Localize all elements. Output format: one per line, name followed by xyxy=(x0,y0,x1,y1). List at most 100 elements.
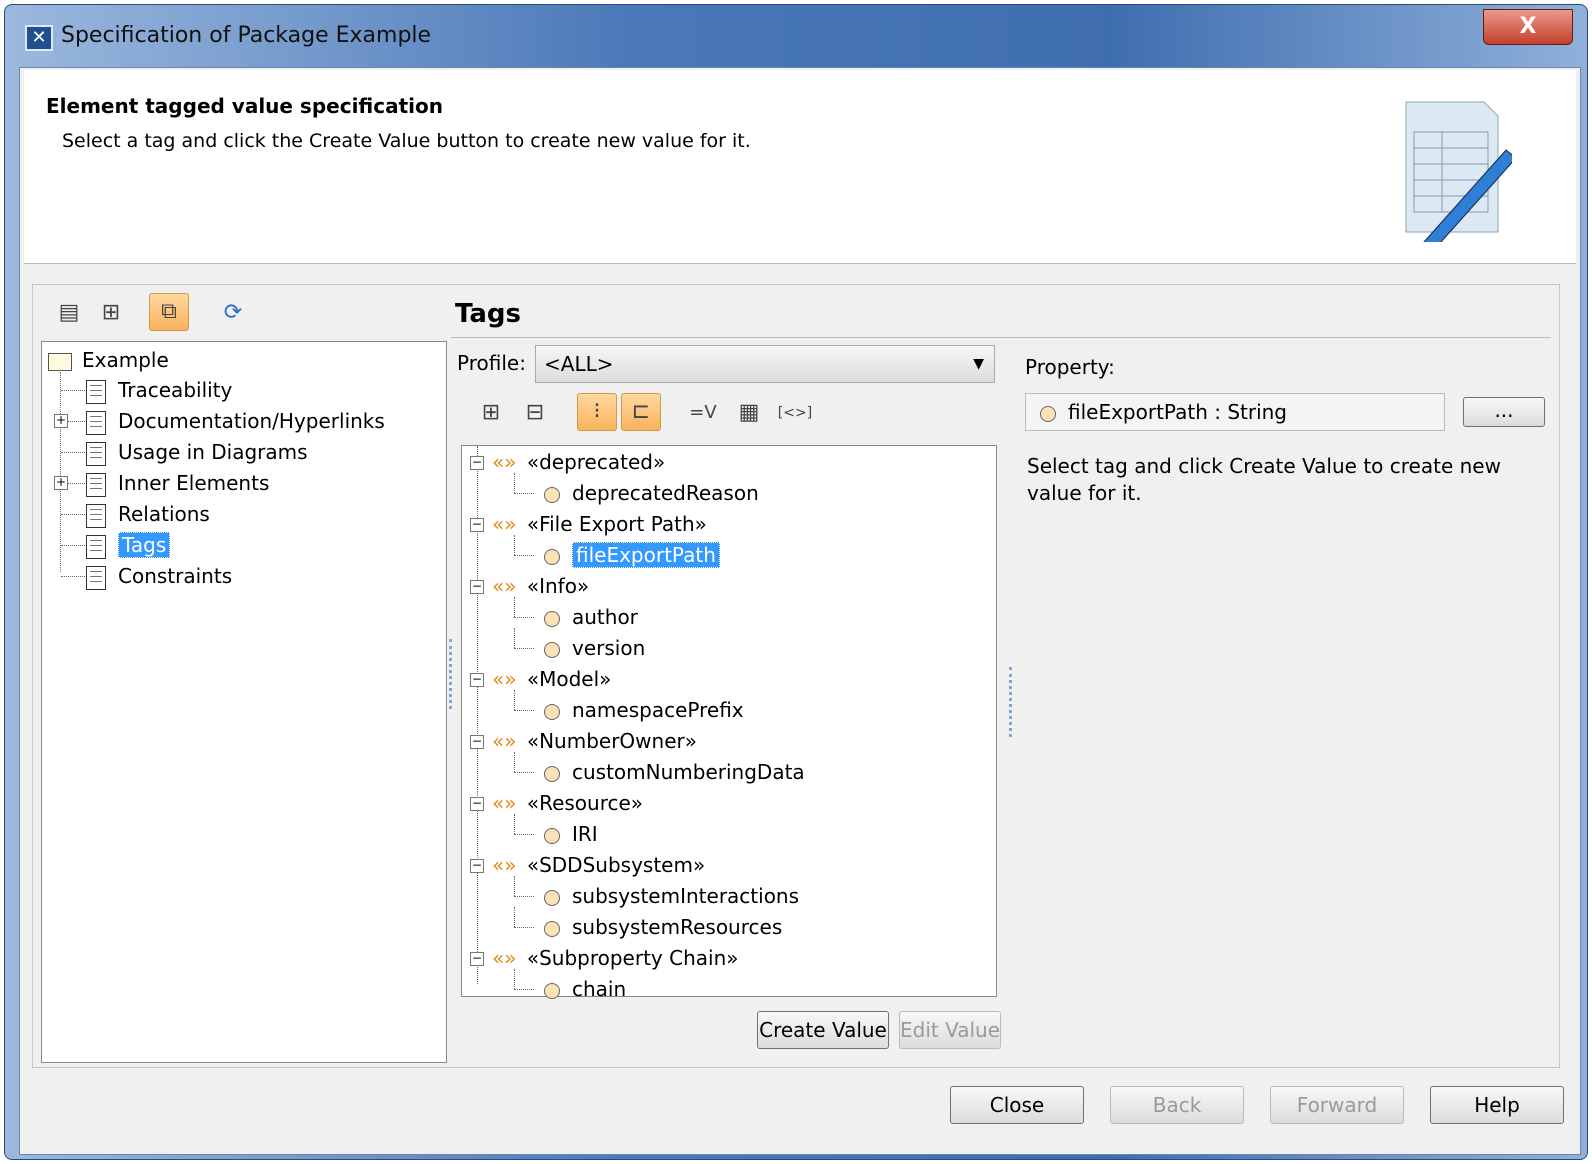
tree-item[interactable]: Relations xyxy=(86,500,210,528)
tag-node[interactable]: subsystemResources xyxy=(544,913,782,941)
copy-icon[interactable]: ⧉ xyxy=(149,293,189,331)
stereotype-label: «SDDSubsystem» xyxy=(526,853,706,877)
forward-button[interactable]: Forward xyxy=(1270,1086,1404,1124)
expand-all-icon[interactable]: ⊞ xyxy=(471,395,511,433)
tree-root-label: Example xyxy=(82,348,169,372)
tag-icon xyxy=(544,765,560,782)
tag-label: subsystemResources xyxy=(572,915,783,939)
stereotype-label: «Model» xyxy=(526,667,612,691)
page-icon xyxy=(86,472,106,497)
stereotype-label: «Subproperty Chain» xyxy=(526,946,739,970)
expand-toggle[interactable]: + xyxy=(54,476,68,490)
page-icon xyxy=(86,534,106,559)
page-icon xyxy=(86,565,106,590)
refresh-icon[interactable]: ⟳ xyxy=(213,295,253,333)
tag-label: author xyxy=(572,605,638,629)
tag-node[interactable]: IRI xyxy=(544,820,598,848)
tree-item-label: Documentation/Hyperlinks xyxy=(118,409,385,433)
stereotype-node[interactable]: «» «NumberOwner» xyxy=(492,727,697,755)
tag-icon xyxy=(544,889,560,906)
splitter-handle[interactable] xyxy=(1009,667,1012,737)
collapse-toggle[interactable]: − xyxy=(470,673,484,687)
table-view-icon[interactable]: ▤ xyxy=(49,295,89,333)
collapse-toggle[interactable]: − xyxy=(470,952,484,966)
splitter-handle[interactable] xyxy=(449,639,452,709)
property-icon xyxy=(1040,405,1056,422)
tag-node[interactable]: chain xyxy=(544,975,626,1003)
page-icon xyxy=(86,379,106,404)
stereotype-icon: «» xyxy=(492,667,517,691)
collapse-toggle[interactable]: − xyxy=(470,859,484,873)
show-tags-icon[interactable]: [<>] xyxy=(775,395,815,433)
help-button[interactable]: Help xyxy=(1430,1086,1564,1124)
stereotype-node[interactable]: «» «deprecated» xyxy=(492,448,665,476)
stereotype-icon: «» xyxy=(492,853,517,877)
stereotype-icon: «» xyxy=(492,512,517,536)
specification-panel: ▤ ⊞ ⧉ ⟳ Example Traceability + Documentati… xyxy=(32,284,1560,1068)
tree-item[interactable]: Traceability xyxy=(86,376,232,404)
show-values-icon[interactable]: =V xyxy=(683,395,723,433)
stereotype-node[interactable]: «» «Info» xyxy=(492,572,589,600)
tag-label: subsystemInteractions xyxy=(572,884,800,908)
stereotype-icon: «» xyxy=(492,946,517,970)
stereotype-node[interactable]: «» «Subproperty Chain» xyxy=(492,944,738,972)
tree-item[interactable]: Constraints xyxy=(86,562,232,590)
tag-node[interactable]: deprecatedReason xyxy=(544,479,759,507)
create-value-button[interactable]: Create Value xyxy=(757,1011,889,1049)
profile-dropdown[interactable]: <ALL> ▼ xyxy=(535,345,995,383)
collapse-toggle[interactable]: − xyxy=(470,797,484,811)
stereotype-node[interactable]: «» «File Export Path» xyxy=(492,510,707,538)
tag-node[interactable]: namespacePrefix xyxy=(544,696,744,724)
tag-node[interactable]: version xyxy=(544,634,645,662)
stereotype-label: «NumberOwner» xyxy=(526,729,697,753)
stereotype-label: «File Export Path» xyxy=(526,512,707,536)
tag-label: chain xyxy=(572,977,627,1001)
collapse-toggle[interactable]: − xyxy=(470,580,484,594)
tree-item[interactable]: Usage in Diagrams xyxy=(86,438,308,466)
show-stereotypes-icon[interactable]: ⁝ xyxy=(577,393,617,431)
stereotype-node[interactable]: «» «Model» xyxy=(492,665,611,693)
tag-node[interactable]: author xyxy=(544,603,638,631)
tag-label: IRI xyxy=(572,822,598,846)
tree-root[interactable]: Example xyxy=(48,346,169,374)
tree-view-icon[interactable]: ⊞ xyxy=(91,295,131,333)
tree-item[interactable]: Documentation/Hyperlinks xyxy=(86,407,385,435)
tree-item-label: Traceability xyxy=(118,378,233,402)
grid-icon[interactable]: ▦ xyxy=(729,395,769,433)
stereotype-node[interactable]: «» «Resource» xyxy=(492,789,643,817)
dialog-body: Element tagged value specification Selec… xyxy=(19,67,1581,1155)
collapse-toggle[interactable]: − xyxy=(470,735,484,749)
stereotype-label: «deprecated» xyxy=(526,450,666,474)
stereotype-icon: «» xyxy=(492,729,517,753)
back-button[interactable]: Back xyxy=(1110,1086,1244,1124)
collapse-all-icon[interactable]: ⊟ xyxy=(515,395,555,433)
tag-icon xyxy=(544,827,560,844)
page-icon xyxy=(86,441,106,466)
tree-item[interactable]: Inner Elements xyxy=(86,469,269,497)
close-button[interactable]: Close xyxy=(950,1086,1084,1124)
tag-icon xyxy=(544,641,560,658)
tree-item-label: Tags xyxy=(118,532,171,558)
profile-value: <ALL> xyxy=(544,352,614,376)
chevron-down-icon: ▼ xyxy=(973,356,984,372)
tag-icon xyxy=(544,982,560,999)
edit-value-button[interactable]: Edit Value xyxy=(899,1011,1001,1049)
collapse-toggle[interactable]: − xyxy=(470,456,484,470)
browse-button[interactable]: ... xyxy=(1463,397,1545,427)
expand-toggle[interactable]: + xyxy=(54,414,68,428)
close-window-button[interactable]: X xyxy=(1483,9,1573,45)
tag-icon xyxy=(544,703,560,720)
tag-label: deprecatedReason xyxy=(572,481,759,505)
group-by-profile-icon[interactable]: ⊏ xyxy=(621,393,661,431)
property-field: fileExportPath : String xyxy=(1025,393,1445,431)
page-title: Tags xyxy=(455,299,522,329)
tag-node[interactable]: subsystemInteractions xyxy=(544,882,799,910)
folder-icon xyxy=(48,352,72,371)
tag-node[interactable]: fileExportPath xyxy=(544,541,720,569)
hint-text: Select tag and click Create Value to cre… xyxy=(1027,454,1501,505)
tag-node[interactable]: customNumberingData xyxy=(544,758,805,786)
header-title: Element tagged value specification xyxy=(46,94,444,118)
tree-item[interactable]: Tags xyxy=(86,531,171,559)
collapse-toggle[interactable]: − xyxy=(470,518,484,532)
stereotype-node[interactable]: «» «SDDSubsystem» xyxy=(492,851,705,879)
